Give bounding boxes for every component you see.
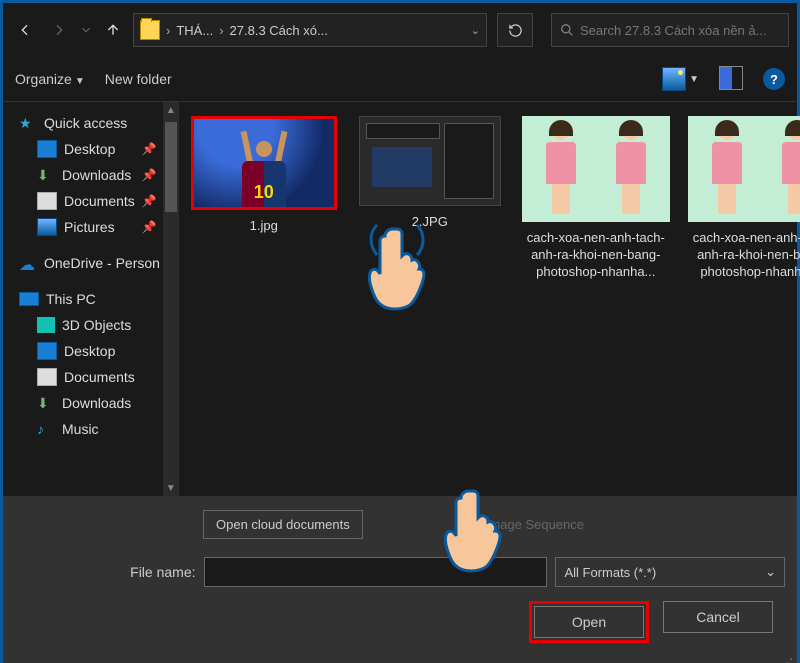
document-icon	[37, 368, 57, 386]
breadcrumb-seg[interactable]: THÁ...	[176, 23, 213, 38]
tree-documents[interactable]: Documents📌	[3, 188, 179, 214]
tree-desktop-2[interactable]: Desktop	[3, 338, 179, 364]
filename-label: File name:	[15, 564, 196, 580]
star-icon: ★	[19, 115, 37, 131]
search-icon	[560, 23, 574, 37]
scroll-down-icon[interactable]: ▼	[163, 480, 179, 496]
scroll-up-icon[interactable]: ▲	[163, 102, 179, 118]
help-button[interactable]: ?	[763, 68, 785, 90]
new-folder-button[interactable]: New folder	[105, 71, 172, 87]
tree-documents-2[interactable]: Documents	[3, 364, 179, 390]
file-label: cach-xoa-nen-anh-tach-anh-ra-khoi-nen-ba…	[521, 230, 671, 281]
file-thumbnail	[688, 116, 800, 222]
desktop-icon	[37, 342, 57, 360]
document-icon	[37, 192, 57, 210]
tree-onedrive[interactable]: ☁OneDrive - Person	[3, 250, 179, 276]
download-icon: ⬇	[37, 395, 55, 411]
resize-grip-icon[interactable]: ⋰	[781, 656, 791, 663]
cancel-button[interactable]: Cancel	[663, 601, 773, 633]
tree-3d-objects[interactable]: 3D Objects	[3, 312, 179, 338]
nav-back-button[interactable]	[11, 14, 39, 46]
chevron-down-icon[interactable]: ⌄	[471, 24, 480, 37]
dialog-footer: Open cloud documents Image Sequence File…	[3, 496, 797, 663]
search-placeholder: Search 27.8.3 Cách xóa nền ả...	[580, 23, 766, 38]
tree-this-pc[interactable]: This PC	[3, 286, 179, 312]
breadcrumb-seg[interactable]: 27.8.3 Cách xó...	[230, 23, 328, 38]
pin-icon: 📌	[142, 194, 157, 208]
file-label: 2.JPG	[355, 214, 505, 231]
scroll-thumb[interactable]	[165, 122, 177, 212]
pin-icon: 📌	[142, 142, 157, 156]
pc-icon	[19, 292, 39, 306]
file-item[interactable]: 2.JPG	[355, 116, 505, 231]
music-icon: ♪	[37, 421, 55, 437]
filename-input[interactable]	[204, 557, 548, 587]
tree-downloads[interactable]: ⬇Downloads📌	[3, 162, 179, 188]
file-thumbnail	[359, 116, 501, 206]
image-sequence-label: Image Sequence	[486, 517, 584, 532]
file-thumbnail	[522, 116, 670, 222]
file-type-dropdown[interactable]: All Formats (*.*) ⌄	[555, 557, 785, 587]
file-label: cach-xoa-nen-anh-tach-anh-ra-khoi-nen-ba…	[687, 230, 800, 281]
nav-forward-button	[45, 14, 73, 46]
file-pane[interactable]: 10 1.jpg 2.JPG cach-xoa-nen-anh-tach-anh…	[179, 102, 800, 496]
file-item[interactable]: cach-xoa-nen-anh-tach-anh-ra-khoi-nen-ba…	[521, 116, 671, 281]
view-preview-button[interactable]	[719, 66, 743, 93]
tree-desktop[interactable]: Desktop📌	[3, 136, 179, 162]
pictures-icon	[37, 218, 57, 236]
tree-quick-access[interactable]: ★ Quick access	[3, 110, 179, 136]
tree-music[interactable]: ♪Music	[3, 416, 179, 442]
open-button-highlight: Open	[529, 601, 649, 643]
file-thumbnail: 10	[191, 116, 337, 210]
tree-downloads-2[interactable]: ⬇Downloads	[3, 390, 179, 416]
file-item[interactable]: 10 1.jpg	[189, 116, 339, 235]
chevron-down-icon: ⌄	[765, 564, 776, 580]
download-icon: ⬇	[37, 167, 55, 183]
refresh-button[interactable]	[497, 13, 533, 47]
pictures-icon	[662, 67, 686, 91]
cloud-icon: ☁	[19, 255, 37, 271]
image-sequence-checkbox[interactable]	[463, 516, 480, 533]
desktop-icon	[37, 140, 57, 158]
folder-icon	[140, 20, 160, 40]
pin-icon: 📌	[142, 220, 157, 234]
open-cloud-documents-button[interactable]: Open cloud documents	[203, 510, 363, 539]
view-thumbnails-button[interactable]: ▼	[662, 67, 699, 91]
preview-pane-icon	[719, 66, 743, 90]
organize-menu[interactable]: Organize▼	[15, 71, 85, 87]
open-button[interactable]: Open	[534, 606, 644, 638]
tree-pictures[interactable]: Pictures📌	[3, 214, 179, 240]
pin-icon: 📌	[142, 168, 157, 182]
tree-scrollbar[interactable]: ▲ ▼	[163, 102, 179, 496]
file-type-value: All Formats (*.*)	[564, 565, 656, 580]
chevron-right-icon: ›	[166, 23, 170, 38]
search-input[interactable]: Search 27.8.3 Cách xóa nền ả...	[551, 13, 789, 47]
nav-recent-dropdown[interactable]	[79, 14, 93, 46]
nav-up-button[interactable]	[99, 14, 127, 46]
file-item[interactable]: cach-xoa-nen-anh-tach-anh-ra-khoi-nen-ba…	[687, 116, 800, 281]
address-bar[interactable]: › THÁ... › 27.8.3 Cách xó... ⌄	[133, 13, 487, 47]
chevron-right-icon: ›	[219, 23, 223, 38]
cube-icon	[37, 317, 55, 333]
nav-tree: ★ Quick access Desktop📌 ⬇Downloads📌 Docu…	[3, 102, 179, 496]
file-label: 1.jpg	[189, 218, 339, 235]
